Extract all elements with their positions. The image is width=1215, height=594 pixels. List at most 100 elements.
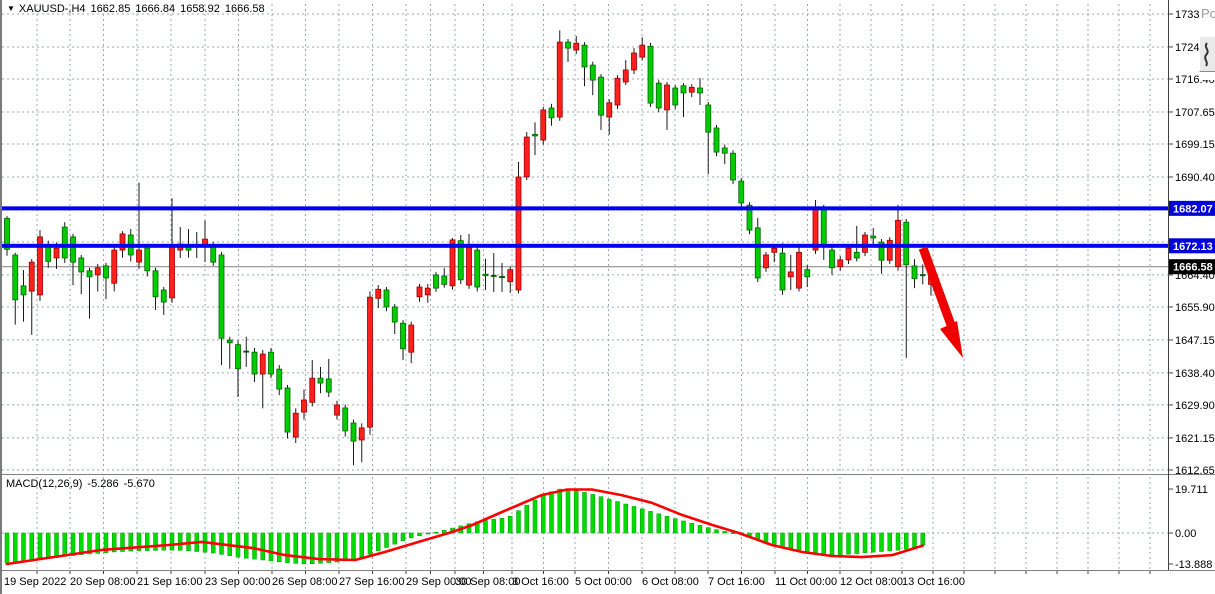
candle-body (425, 288, 430, 295)
macd-histogram-bar (13, 533, 17, 562)
macd-histogram-bar (599, 497, 603, 533)
price-tick-label: 1629.90 (1175, 400, 1215, 412)
time-tick-label: 20 Sep 08:00 (70, 576, 135, 588)
macd-histogram-bar (170, 533, 174, 550)
price-tick-label: 1612.65 (1175, 465, 1215, 477)
open-value: 1662.85 (91, 3, 131, 15)
time-tick-label: 7 Oct 16:00 (708, 576, 765, 588)
candle-body (813, 208, 818, 250)
macd-histogram-bar (492, 519, 496, 533)
macd-name: MACD(12,26,9) (6, 478, 82, 490)
candle-body (681, 86, 686, 93)
candle-body (153, 271, 158, 297)
candle-body (244, 351, 249, 352)
candle-body (434, 275, 439, 288)
candle-body (566, 42, 571, 48)
macd-histogram-bar (649, 511, 653, 533)
candle-body (615, 78, 620, 105)
trend-arrow-shaft[interactable] (923, 248, 951, 325)
macd-histogram-bar (30, 533, 34, 561)
macd-histogram-bar (583, 492, 587, 533)
macd-histogram-bar (46, 533, 50, 559)
macd-histogram-bar (63, 533, 67, 556)
price-tick-label: 1699.15 (1175, 139, 1215, 151)
price-badge-label: 1666.58 (1173, 262, 1213, 274)
macd-histogram-bar (632, 506, 636, 533)
candle-body (161, 290, 166, 302)
candle-body (310, 378, 315, 402)
candle-body (623, 70, 628, 82)
candle-body (104, 266, 109, 278)
macd-histogram-bar (706, 528, 710, 533)
candle-body (607, 103, 612, 117)
macd-histogram-bar (508, 516, 512, 533)
macd-histogram-bar (385, 533, 389, 547)
candle-body (384, 290, 389, 307)
candle-body (689, 87, 694, 92)
candle-body (467, 248, 472, 285)
candle-body (541, 110, 546, 140)
candle-body (722, 148, 727, 153)
candle-body (574, 43, 579, 50)
candle-body (87, 271, 92, 277)
macd-histogram-bar (550, 492, 554, 533)
low-value: 1658.92 (180, 3, 220, 15)
popup-button[interactable] (1199, 36, 1215, 72)
macd-histogram-bar (376, 533, 380, 551)
candle-body (797, 252, 802, 288)
candle-body (326, 379, 331, 392)
chart-plot-area[interactable]: 1733.651724.901716.401707.651699.151690.… (2, 0, 1215, 594)
candle-body (599, 77, 604, 115)
candle-body (79, 258, 84, 272)
candle-body (739, 181, 744, 203)
time-tick-label: 23 Sep 00:00 (205, 576, 270, 588)
candle-body (533, 134, 538, 136)
candle-body (821, 208, 826, 245)
macd-tick-label: 0.00 (1175, 528, 1196, 540)
macd-tick-label: 19.711 (1175, 484, 1208, 496)
popup-button-icon (1200, 37, 1215, 71)
macd-histogram-bar (409, 533, 413, 538)
candle-body (714, 128, 719, 152)
candle-body (491, 275, 496, 276)
candle-body (838, 260, 843, 267)
macd-histogram-bar (715, 530, 719, 533)
chevron-down-icon[interactable]: ▼ (7, 4, 15, 13)
macd-histogram-bar (838, 533, 842, 555)
macd-histogram-bar (154, 533, 158, 550)
macd-histogram-bar (673, 519, 677, 533)
time-tick-label: 13 Oct 16:00 (902, 576, 965, 588)
candle-body (673, 88, 678, 105)
macd-histogram-bar (302, 533, 306, 564)
macd-histogram-bar (624, 504, 628, 533)
popup-panel: Po (1199, 0, 1215, 80)
high-value: 1666.84 (135, 3, 175, 15)
macd-histogram-bar (55, 533, 59, 558)
candle-body (508, 270, 513, 282)
macd-histogram-bar (871, 533, 875, 552)
horizontal-line-object[interactable] (2, 206, 1168, 210)
candle-body (854, 252, 859, 258)
macd-histogram-bar (607, 499, 611, 533)
macd-histogram-bar (286, 533, 290, 563)
candle-body (351, 423, 356, 441)
price-tick-label: 1690.40 (1175, 172, 1215, 184)
trading-chart-window: 1733.651724.901716.401707.651699.151690.… (0, 0, 1215, 594)
macd-histogram-bar (830, 533, 834, 555)
macd-histogram-bar (566, 490, 570, 533)
symbol-timeframe-label: XAUUSD-,H4 (19, 3, 86, 15)
price-tick-label: 1647.15 (1175, 335, 1215, 347)
candle-body (62, 227, 67, 258)
horizontal-line-object[interactable] (2, 244, 1168, 248)
macd-histogram-bar (162, 533, 166, 550)
time-tick-label: 5 Oct 00:00 (575, 576, 632, 588)
macd-value: -5.286 (87, 478, 118, 490)
macd-histogram-bar (822, 533, 826, 555)
candle-body (731, 153, 736, 180)
macd-histogram-bar (22, 533, 26, 562)
macd-histogram-bar (335, 533, 339, 562)
candle-body (236, 345, 241, 369)
candle-body (871, 236, 876, 238)
macd-histogram-bar (368, 533, 372, 554)
price-tick-label: 1638.40 (1175, 368, 1215, 380)
